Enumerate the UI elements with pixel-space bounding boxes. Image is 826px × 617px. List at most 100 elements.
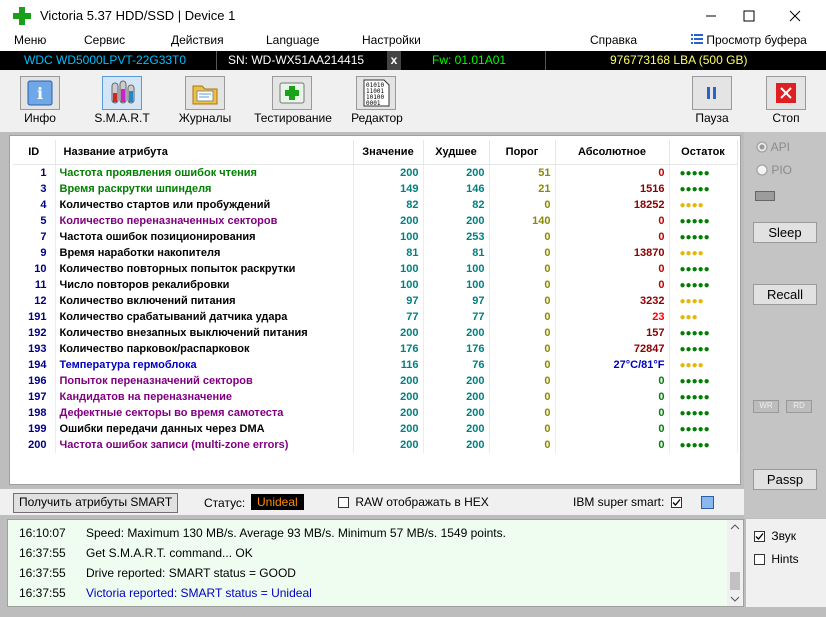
table-row[interactable]: 5 Количество переназначенных секторов 200 2… [13,213,738,229]
smart-button[interactable]: S.M.A.R.T [88,70,156,132]
attr-worst: 200 [423,213,490,229]
table-row[interactable]: 1 Частота проявления ошибок чтения 200 200 5… [13,164,738,181]
header-raw[interactable]: Абсолютное [555,140,670,165]
table-row[interactable]: 10 Количество повторных попыток раскрутки… [13,261,738,277]
table-row[interactable]: 9 Время наработки накопителя 81 81 0 13870 ●●●… [13,245,738,261]
stop-button[interactable]: Стоп [762,70,810,132]
attr-name: Количество переназначенных секторов [55,213,354,229]
table-row[interactable]: 12 Количество включений питания 97 97 0 3232 ●… [13,293,738,309]
logs-label: Журналы [178,111,232,125]
attr-name: Частота ошибок позиционирования [55,229,354,245]
table-row[interactable]: 193 Количество парковок/распарковок 176 176… [13,341,738,357]
attr-worst: 100 [423,277,490,293]
menu-service[interactable]: Сервис [84,33,125,47]
table-row[interactable]: 196 Попыток переназначений секторов 200 200… [13,373,738,389]
table-row[interactable]: 3 Время раскрутки шпинделя 149 146 21 1516 ●●●… [13,181,738,197]
stop-label: Стоп [772,111,800,125]
hints-checkbox[interactable]: Hints [754,552,799,566]
testing-button[interactable]: Тестирование [250,70,336,132]
logs-button[interactable]: Журналы [172,70,238,132]
table-row[interactable]: 194 Температура гермоблока 116 76 0 27°C/81°F… [13,357,738,373]
table-row[interactable]: 200 Частота ошибок записи (multi-zone err… [13,437,738,453]
pause-label: Пауза [695,111,729,125]
editor-button[interactable]: 01010 11001 10100 0001 Редактор [346,70,408,132]
menu-actions[interactable]: Действия [171,33,224,47]
info-button[interactable]: i Инфо [10,70,70,132]
menu-help[interactable]: Справка [590,33,637,47]
header-remain[interactable]: Остаток [669,140,738,165]
header-name[interactable]: Название атрибута [55,140,354,165]
log-time: 16:37:55 [19,586,66,600]
attr-threshold: 0 [489,341,556,357]
table-row[interactable]: 199 Ошибки передачи данных через DMA 200 20… [13,421,738,437]
attr-raw: 0 [555,373,670,389]
sound-label: Звук [771,529,796,543]
maximize-icon [743,10,755,21]
table-row[interactable]: 197 Кандидатов на переназначение 200 200 0 0 ●… [13,389,738,405]
attr-threshold: 0 [489,405,556,421]
passp-button[interactable]: Passp [753,469,817,490]
attr-raw: 27°C/81°F [555,357,670,373]
attr-worst: 82 [423,197,490,213]
table-row[interactable]: 7 Частота ошибок позиционирования 100 253 0 0… [13,229,738,245]
device-close-mark[interactable]: x [387,51,401,70]
editor-label: Редактор [351,111,403,125]
raw-hex-checkbox[interactable]: RAW отображать в HEX [338,495,489,509]
attr-id: 12 [13,293,56,309]
device-model[interactable]: WDC WD5000LPVT-22G33T0 [24,51,186,70]
attr-id: 197 [13,389,56,405]
attr-worst: 200 [423,421,490,437]
menu-main[interactable]: Меню [14,33,46,47]
buffer-view-menu[interactable]: Просмотр буфера [691,33,807,47]
right-control-panel: API PIO Sleep Recall WR RD Passp [744,132,826,518]
scroll-thumb[interactable] [730,572,740,590]
attr-threshold: 0 [489,437,556,453]
attr-value: 200 [353,213,424,229]
attr-threshold: 0 [489,197,556,213]
attr-remain-dots: ●●●● [669,245,738,261]
pause-button[interactable]: Пауза [688,70,736,132]
attr-worst: 77 [423,309,490,325]
testing-plus-icon [272,76,312,110]
attr-remain-dots: ●●●●● [669,181,738,197]
pio-radio[interactable]: PIO [756,163,792,177]
menu-language[interactable]: Language [266,33,319,47]
api-radio[interactable]: API [756,140,790,154]
table-row[interactable]: 191 Количество срабатываний датчика удара… [13,309,738,325]
log-time: 16:37:55 [19,546,66,560]
color-indicator[interactable] [701,496,714,509]
attr-worst: 200 [423,405,490,421]
maximize-button[interactable] [726,0,772,31]
ibm-super-smart-checkbox[interactable]: IBM super smart: [573,495,682,509]
log-panel: 16:10:07 Speed: Maximum 130 MB/s. Average… [7,519,744,607]
attr-name: Температура гермоблока [55,357,354,373]
get-smart-button[interactable]: Получить атрибуты SMART [13,493,179,513]
menu-settings[interactable]: Настройки [362,33,421,47]
sound-check-icon [754,531,765,543]
attr-raw: 72847 [555,341,670,357]
recall-button[interactable]: Recall [753,284,817,305]
bottom-options-panel: Звук Hints [746,519,826,607]
header-value[interactable]: Значение [353,140,424,165]
table-row[interactable]: 4 Количество стартов или пробуждений 82 82 0… [13,197,738,213]
attr-id: 9 [13,245,56,261]
sound-checkbox[interactable]: Звук [754,529,796,543]
log-scrollbar[interactable] [727,520,743,606]
table-row[interactable]: 198 Дефектные секторы во время самотеста 2… [13,405,738,421]
table-row[interactable]: 11 Число повторов рекалибровки 100 100 0 0 ●●●… [13,277,738,293]
close-button[interactable] [772,0,818,31]
api-label: API [770,140,791,154]
sleep-button[interactable]: Sleep [753,222,817,243]
table-row[interactable]: 192 Количество внезапных выключений питан… [13,325,738,341]
attr-remain-dots: ●●●●● [669,437,738,453]
menu-bar: Меню Сервис Действия Language Настройки … [0,31,826,51]
buffer-view-label: Просмотр буфера [706,33,807,47]
attr-value: 200 [353,421,424,437]
window-title: Victoria 5.37 HDD/SSD | Device 1 [40,8,236,23]
header-threshold[interactable]: Порог [489,140,556,165]
attr-id: 194 [13,357,56,373]
attr-remain-dots: ●●●● [669,357,738,373]
header-id[interactable]: ID [13,140,56,165]
table-header-row: ID Название атрибута Значение Худшее Пор… [13,140,738,165]
header-worst[interactable]: Худшее [423,140,490,165]
